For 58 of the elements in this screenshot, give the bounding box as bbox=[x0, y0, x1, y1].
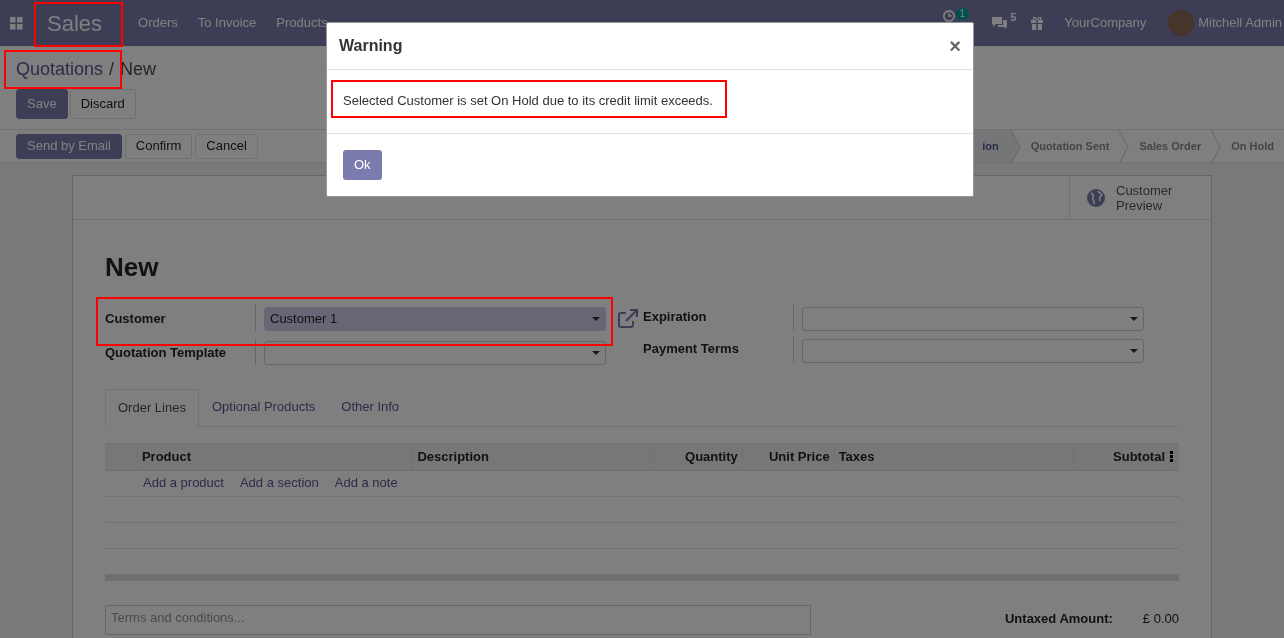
chat-icon bbox=[991, 16, 1009, 30]
gift-icon bbox=[1030, 16, 1045, 30]
dialog-message: Selected Customer is set On Hold due to its credit limit exceeds. bbox=[343, 92, 713, 110]
discard-button[interactable]: Discard bbox=[69, 89, 136, 119]
caret-icon bbox=[1130, 317, 1138, 321]
select-field[interactable]: Customer 1 bbox=[264, 307, 606, 331]
select-field[interactable] bbox=[264, 341, 606, 365]
tab[interactable]: Order Lines bbox=[105, 389, 199, 427]
menu-item[interactable]: Orders bbox=[138, 13, 178, 33]
count-badge: 1 bbox=[955, 8, 970, 20]
column-header: Quantity bbox=[650, 443, 743, 470]
column-header: Description bbox=[413, 443, 651, 470]
chevron-divider bbox=[1211, 130, 1222, 164]
action-button[interactable]: Cancel bbox=[195, 133, 258, 159]
menu-item[interactable]: To Invoice bbox=[197, 13, 257, 33]
dialog-title: Warning bbox=[339, 36, 403, 56]
user-avatar bbox=[1168, 10, 1195, 36]
column-header: Product bbox=[137, 443, 414, 470]
select-field[interactable] bbox=[802, 307, 1144, 331]
column-header: Unit Price bbox=[742, 443, 835, 470]
chevron-divider bbox=[1119, 130, 1130, 164]
tab[interactable]: Optional Products bbox=[198, 389, 329, 426]
record-title: New bbox=[105, 251, 160, 284]
menu-item[interactable]: Products bbox=[276, 13, 328, 33]
add-line-link[interactable]: Add a product bbox=[143, 473, 224, 493]
app-title: Sales bbox=[47, 9, 103, 38]
column-header: Taxes bbox=[834, 443, 1075, 470]
field-label: Payment Terms bbox=[643, 340, 740, 358]
message-count: 5 bbox=[1010, 10, 1017, 25]
kebab-icon bbox=[1170, 451, 1173, 462]
caret-icon bbox=[1130, 349, 1138, 353]
caret-icon bbox=[592, 317, 600, 321]
caret-icon bbox=[592, 351, 600, 355]
customer-preview-button[interactable]: Customer Preview bbox=[1069, 176, 1211, 219]
external-link-icon bbox=[618, 309, 638, 328]
status-stage[interactable]: Quotation Sent bbox=[1020, 130, 1120, 162]
field-label: Customer bbox=[105, 310, 167, 328]
save-button[interactable]: Save bbox=[16, 89, 68, 119]
user-name[interactable]: Mitchell Admin bbox=[1198, 13, 1282, 33]
status-stage[interactable]: On Hold bbox=[1221, 130, 1284, 162]
apps-icon bbox=[10, 16, 23, 30]
ok-button[interactable]: Ok bbox=[343, 150, 382, 180]
add-line-link[interactable]: Add a note bbox=[334, 473, 398, 493]
field-label: Expiration bbox=[643, 308, 708, 326]
add-line-link[interactable]: Add a section bbox=[239, 473, 319, 493]
action-button[interactable]: Confirm bbox=[124, 133, 193, 159]
select-field[interactable] bbox=[802, 339, 1144, 363]
tab[interactable]: Other Info bbox=[328, 389, 413, 426]
action-button[interactable]: Send by Email bbox=[16, 133, 122, 159]
total-label: Untaxed Amount: bbox=[1005, 609, 1113, 628]
total-value: £ 0.00 bbox=[1142, 609, 1179, 628]
breadcrumb-separator: / bbox=[109, 58, 115, 81]
breadcrumb-link[interactable]: Quotations bbox=[16, 56, 104, 83]
status-stage[interactable]: Sales Order bbox=[1129, 130, 1212, 162]
close-button[interactable]: × bbox=[949, 36, 961, 56]
field-label: Quotation Template bbox=[105, 344, 228, 362]
globe-icon bbox=[1086, 187, 1106, 208]
company-name[interactable]: YourCompany bbox=[1064, 13, 1147, 33]
